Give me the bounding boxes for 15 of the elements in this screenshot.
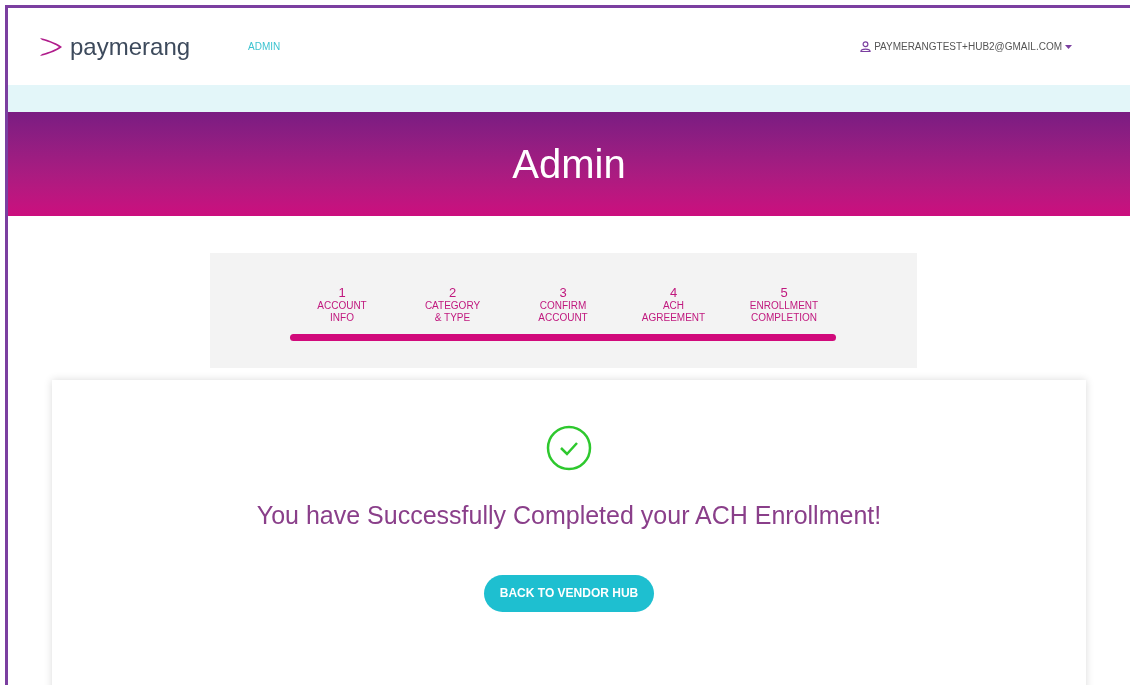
user-menu[interactable]: PAYMERANGTEST+HUB2@GMAIL.COM <box>860 39 1072 54</box>
logo-icon <box>38 35 64 58</box>
check-circle-icon <box>546 425 592 471</box>
nav-link[interactable]: ADMIN <box>248 39 281 54</box>
success-message: You have Successfully Completed your ACH Enrollment! <box>256 500 882 531</box>
user-icon <box>860 41 872 52</box>
step-label: 2 CATEGORY & TYPE <box>423 285 482 324</box>
step-label: 1 ACCOUNT INFO <box>316 285 368 324</box>
step-label: 3 CONFIRM ACCOUNT <box>537 285 589 324</box>
caret-icon <box>1065 44 1072 49</box>
back-button[interactable]: BACK TO VENDOR HUB <box>483 574 655 612</box>
step-label: 5 ENROLLMENT COMPLETION <box>748 285 820 324</box>
page-title: Admin <box>512 141 626 188</box>
step-label: 4 ACH AGREEMENT <box>640 285 707 324</box>
logo-text: paymerang <box>70 34 191 59</box>
